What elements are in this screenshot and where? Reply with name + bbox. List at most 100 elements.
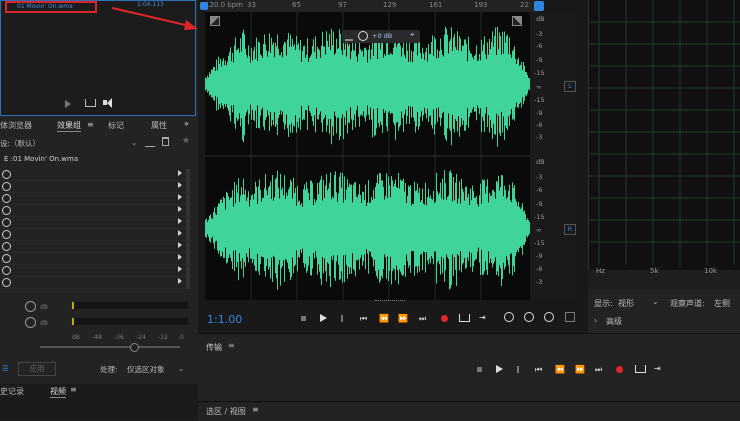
skip-selection-icon[interactable]: ⇥ <box>479 313 486 322</box>
playhead-icon[interactable] <box>200 2 208 10</box>
tab-properties[interactable]: 属性 <box>151 120 167 131</box>
list-icon[interactable]: ☰ <box>2 364 9 373</box>
power-icon[interactable] <box>2 170 11 179</box>
power-icon[interactable] <box>2 254 11 263</box>
chevron-right-icon[interactable] <box>178 266 182 272</box>
tabs-overflow-icon[interactable]: » <box>184 119 189 128</box>
file-list-item[interactable]: 01 Movin' On.wma <box>5 1 97 13</box>
power-icon[interactable] <box>2 230 11 239</box>
process-select[interactable]: 仅选区对象 <box>127 364 165 375</box>
hamburger-icon[interactable]: ≡ <box>228 341 235 350</box>
rack-row[interactable] <box>0 277 192 289</box>
zoom-in-amplitude-icon[interactable] <box>504 312 514 322</box>
power-icon[interactable] <box>2 206 11 215</box>
channel-right-toggle[interactable]: R <box>564 224 576 235</box>
scrollbar[interactable] <box>186 169 190 289</box>
chevron-right-icon[interactable] <box>178 230 182 236</box>
rack-row[interactable] <box>0 193 192 205</box>
skip-forward-icon[interactable]: ⏭ <box>595 365 602 375</box>
rack-row[interactable] <box>0 253 192 265</box>
mix-slider[interactable] <box>40 346 180 348</box>
chevron-right-icon[interactable] <box>178 242 182 248</box>
record-icon[interactable] <box>616 366 623 373</box>
chevron-right-icon[interactable] <box>178 182 182 188</box>
tab-media-browser[interactable]: 体浏览器 <box>0 120 32 131</box>
star-icon[interactable]: ★ <box>182 136 190 146</box>
timeline-ruler[interactable]: 120.0 bpm 33 65 97 129 161 193 22 <box>205 0 537 12</box>
save-preset-icon[interactable] <box>145 137 155 147</box>
chevron-right-icon[interactable] <box>178 218 182 224</box>
loop-icon[interactable] <box>635 365 646 373</box>
hamburger-icon[interactable]: ≡ <box>70 385 77 394</box>
stop-icon[interactable] <box>301 316 306 321</box>
skip-selection-icon[interactable]: ⇥ <box>654 364 661 373</box>
zoom-out-amplitude-icon[interactable] <box>524 312 534 322</box>
power-icon[interactable] <box>2 194 11 203</box>
power-icon[interactable] <box>2 218 11 227</box>
output-gain-knob[interactable] <box>25 317 36 328</box>
tab-effects-rack[interactable]: 效果组 <box>57 120 81 132</box>
power-icon[interactable] <box>2 266 11 275</box>
channel-select[interactable]: 左侧 <box>714 298 730 309</box>
waveform-display[interactable] <box>205 12 537 300</box>
rack-row[interactable] <box>0 217 192 229</box>
record-icon[interactable] <box>441 315 448 322</box>
advanced-toggle[interactable]: 高级 <box>606 316 622 327</box>
apply-button[interactable]: 应用 <box>18 362 56 376</box>
fast-forward-icon[interactable]: ⏩ <box>398 314 408 323</box>
power-icon[interactable] <box>2 182 11 191</box>
rack-row[interactable] <box>0 169 192 181</box>
chevron-down-icon[interactable]: ⌄ <box>131 138 137 147</box>
fade-out-handle[interactable] <box>512 16 522 26</box>
display-select[interactable]: 视形 <box>618 298 634 309</box>
hamburger-icon[interactable]: ≡ <box>252 405 259 414</box>
zoom-nav-icon[interactable] <box>534 1 544 11</box>
play-icon[interactable] <box>320 314 327 322</box>
chevron-right-icon[interactable] <box>178 170 182 176</box>
rack-row[interactable] <box>0 265 192 277</box>
chevron-right-icon[interactable] <box>178 254 182 260</box>
chevron-right-icon[interactable] <box>178 206 182 212</box>
skip-forward-icon[interactable]: ⏭ <box>419 314 426 324</box>
pin-icon[interactable]: ⌖ <box>410 30 415 40</box>
mix-slider-handle[interactable] <box>130 343 139 352</box>
rack-row[interactable] <box>0 181 192 193</box>
rewind-icon[interactable]: ⏪ <box>379 314 389 323</box>
power-icon[interactable] <box>2 242 11 251</box>
channel-left-toggle[interactable]: L <box>564 81 576 92</box>
input-gain-knob[interactable] <box>25 301 36 312</box>
preset-select[interactable]: （默认） <box>10 138 40 149</box>
chevron-down-icon[interactable]: ⌄ <box>178 364 184 373</box>
resize-grip[interactable] <box>375 300 405 304</box>
chevron-right-icon[interactable]: › <box>594 316 597 325</box>
play-icon[interactable] <box>496 365 503 373</box>
tab-history[interactable]: 史记录 <box>0 386 24 397</box>
skip-back-icon[interactable]: ⏮ <box>535 365 542 375</box>
skip-back-icon[interactable]: ⏮ <box>360 314 367 324</box>
tab-markers[interactable]: 标记 <box>108 120 124 131</box>
stop-icon[interactable] <box>477 367 482 372</box>
play-icon[interactable] <box>65 100 71 108</box>
gain-knob-icon[interactable] <box>358 31 368 41</box>
power-icon[interactable] <box>2 278 11 287</box>
zoom-full-icon[interactable] <box>565 312 575 322</box>
rack-row[interactable] <box>0 241 192 253</box>
chevron-down-icon[interactable]: ⌄ <box>652 297 659 306</box>
hud-gain[interactable]: +0 dB ⌖ <box>342 30 420 43</box>
fast-forward-icon[interactable]: ⏩ <box>575 365 585 374</box>
fade-in-handle[interactable] <box>210 16 220 26</box>
rewind-icon[interactable]: ⏪ <box>555 365 565 374</box>
hamburger-icon[interactable]: ≡ <box>87 120 94 129</box>
chevron-right-icon[interactable] <box>178 194 182 200</box>
trash-icon[interactable] <box>162 137 169 146</box>
chevron-right-icon[interactable] <box>178 278 182 284</box>
pause-icon[interactable] <box>517 366 519 373</box>
zoom-in-time-icon[interactable] <box>544 312 554 322</box>
loop-icon[interactable] <box>85 99 96 107</box>
db-label: ∞ <box>536 226 542 234</box>
rack-row[interactable] <box>0 229 192 241</box>
tab-video[interactable]: 视频 <box>50 386 66 398</box>
pause-icon[interactable] <box>341 315 343 322</box>
loop-icon[interactable] <box>459 314 470 322</box>
rack-row[interactable] <box>0 205 192 217</box>
